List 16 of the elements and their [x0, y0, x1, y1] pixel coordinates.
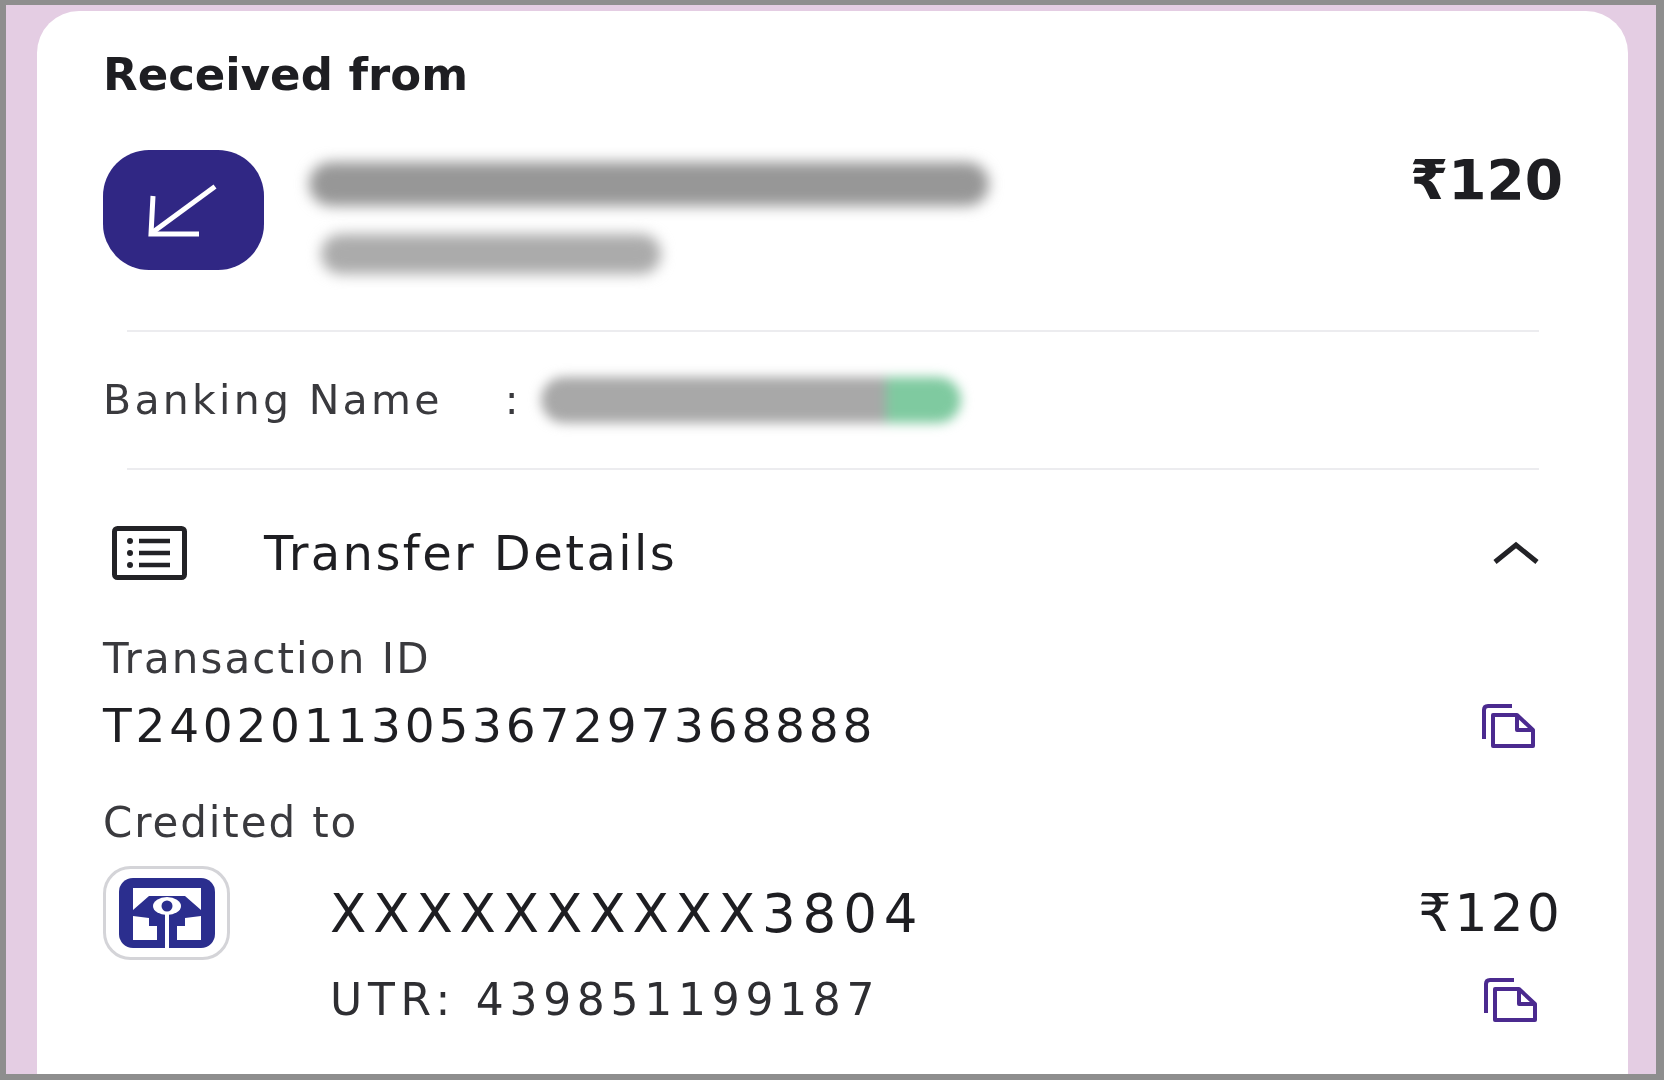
- amount-text: ₹120: [1409, 153, 1563, 208]
- section-title: Transfer Details: [264, 529, 678, 577]
- copy-icon[interactable]: [1480, 702, 1537, 749]
- section-title: Received from: [103, 52, 469, 97]
- banking-name-label: Banking Name: [103, 379, 443, 421]
- field-label: Credited to: [103, 802, 359, 844]
- bank-logo-icon: [103, 866, 230, 960]
- amount-text: ₹120: [1418, 887, 1563, 939]
- account-number-text: XXXXXXXXXX3804: [330, 887, 925, 940]
- list-icon: [112, 526, 187, 580]
- copy-icon[interactable]: [1482, 977, 1539, 1023]
- chevron-up-icon[interactable]: [1492, 541, 1540, 565]
- field-label: Transaction ID: [103, 638, 431, 680]
- transaction-id-text: T2402011305367297368888: [103, 702, 877, 749]
- separator-text: :: [504, 379, 519, 421]
- utr-text: UTR: 439851199187: [330, 978, 882, 1022]
